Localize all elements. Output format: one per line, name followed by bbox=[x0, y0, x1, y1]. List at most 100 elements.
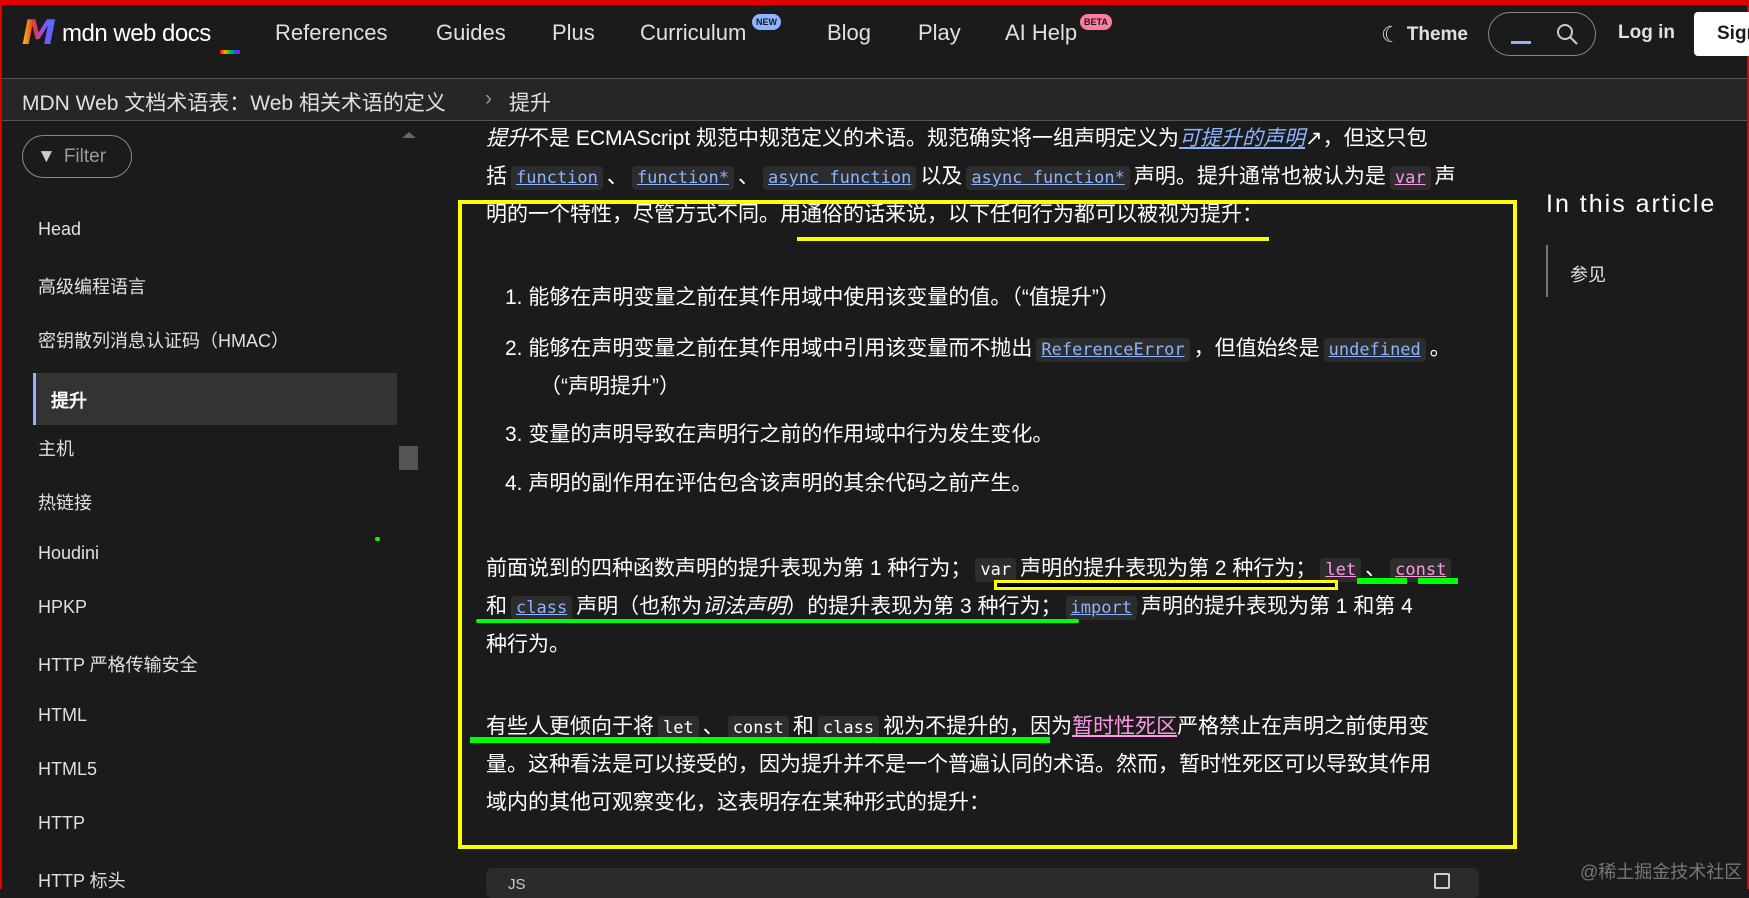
annotation-underline bbox=[476, 619, 1079, 623]
article-line: 括 function、 function*、 async function 以及 asyn… bbox=[486, 158, 1456, 196]
sidebar-item[interactable]: 密钥散列消息认证码（HMAC） bbox=[38, 327, 289, 353]
text: 和 bbox=[486, 595, 507, 618]
text: 、 bbox=[738, 165, 760, 188]
code-link[interactable]: ReferenceError bbox=[1036, 338, 1190, 362]
nav-plus[interactable]: Plus bbox=[552, 20, 595, 46]
moon-icon: ☾ bbox=[1381, 22, 1401, 47]
nav-curriculum[interactable]: Curriculum bbox=[640, 20, 746, 46]
text: 。 bbox=[1429, 337, 1451, 360]
code-link[interactable]: function* bbox=[631, 166, 735, 190]
text: 声 bbox=[1434, 165, 1456, 188]
inline-code: var bbox=[975, 558, 1017, 582]
emphasis-text: 提升 bbox=[486, 127, 528, 150]
logo-text[interactable]: mdn web docs bbox=[62, 20, 211, 48]
article-line: 提升不是 ECMAScript 规范中规范定义的术语。规范确实将一组声明定义为可… bbox=[486, 120, 1428, 158]
text: 前面说到的四种函数声明的提升表现为第 1 种行为； bbox=[486, 557, 972, 580]
annotation-underline bbox=[994, 580, 1338, 590]
article-line: 2. 能够在声明变量之前在其作用域中引用该变量而不抛出 ReferenceErro… bbox=[505, 330, 1451, 368]
new-badge: NEW bbox=[752, 14, 781, 30]
code-link[interactable]: let bbox=[1320, 558, 1362, 582]
sidebar-item[interactable]: HTML bbox=[38, 705, 87, 726]
frame-border bbox=[0, 0, 2, 889]
filter-label: Filter bbox=[63, 146, 107, 167]
nav-ai-help[interactable]: AI Help bbox=[1005, 20, 1077, 46]
code-link[interactable]: function bbox=[511, 166, 603, 190]
sidebar-filter-button[interactable]: ▼ Filter bbox=[22, 135, 132, 178]
sidebar-item[interactable]: Head bbox=[38, 219, 81, 240]
article-line: 1. 能够在声明变量之前在其作用域中使用该变量的值。（“值提升”） bbox=[505, 279, 1120, 317]
text: （“声明提升”） bbox=[540, 375, 680, 398]
annotation-underline bbox=[470, 737, 1050, 743]
link[interactable]: 可提升的声明 bbox=[1179, 127, 1305, 150]
code-link[interactable]: async function bbox=[763, 166, 917, 190]
code-language-label: JS bbox=[508, 876, 526, 893]
text: 明的一个特性，尽管方式不同。用通俗的话来说，以下任何行为都可以被视为提升： bbox=[486, 203, 1263, 226]
nav-references[interactable]: References bbox=[275, 20, 388, 46]
signup-button[interactable]: Sign bbox=[1694, 12, 1749, 56]
text: 不是 ECMAScript 规范中规范定义的术语。规范确实将一组声明定义为 bbox=[528, 127, 1180, 150]
logo-rainbow-bar bbox=[220, 50, 240, 54]
text: 声明的提升表现为第 2 种行为； bbox=[1020, 557, 1317, 580]
text: ↗，但这只包 bbox=[1305, 127, 1428, 150]
text: 以及 bbox=[920, 165, 963, 188]
sidebar-scrollbar[interactable] bbox=[399, 446, 418, 470]
top-navbar bbox=[2, 5, 1747, 78]
nav-blog[interactable]: Blog bbox=[827, 20, 871, 46]
code-block bbox=[486, 868, 1479, 898]
sidebar-item[interactable]: Houdini bbox=[38, 543, 99, 564]
annotation-underline bbox=[797, 237, 1269, 241]
text: 声明的提升表现为第 1 和第 4 bbox=[1140, 595, 1413, 618]
annotation-underline bbox=[1357, 578, 1407, 584]
breadcrumb-current: 提升 bbox=[509, 92, 551, 115]
theme-label: Theme bbox=[1406, 24, 1468, 45]
sidebar-item[interactable]: 高级编程语言 bbox=[38, 273, 146, 299]
chevron-right-icon: › bbox=[485, 87, 492, 110]
text: 、 bbox=[606, 165, 628, 188]
toc-item-see-also[interactable]: 参见 bbox=[1570, 261, 1606, 287]
search-icon bbox=[1557, 24, 1578, 45]
breadcrumb-parent[interactable]: MDN Web 文档术语表：Web 相关术语的定义 bbox=[22, 87, 446, 117]
article-line: 明的一个特性，尽管方式不同。用通俗的话来说，以下任何行为都可以被视为提升： bbox=[486, 196, 1263, 234]
text: 3. 变量的声明导致在声明行之前的作用域中行为发生变化。 bbox=[505, 423, 1054, 446]
text: 2. 能够在声明变量之前在其作用域中引用该变量而不抛出 bbox=[505, 337, 1033, 360]
login-link[interactable]: Log in bbox=[1618, 22, 1675, 44]
sidebar-item[interactable]: 主机 bbox=[38, 435, 74, 461]
text: 括 bbox=[486, 165, 507, 188]
theme-button[interactable]: ☾ Theme bbox=[1381, 22, 1468, 48]
text: 有些人更倾向于将 bbox=[486, 715, 654, 738]
text: 声明。提升通常也被认为是 bbox=[1133, 165, 1386, 188]
code-link[interactable]: class bbox=[511, 596, 573, 620]
toc-indicator bbox=[1546, 245, 1548, 297]
text: 、 bbox=[1365, 557, 1387, 580]
code-link[interactable]: undefined bbox=[1323, 338, 1426, 362]
article-line: （“声明提升”） bbox=[540, 368, 680, 406]
text: ，但值始终是 bbox=[1193, 337, 1320, 360]
sidebar-item[interactable]: HTML5 bbox=[38, 759, 97, 780]
code-link[interactable]: async function* bbox=[966, 166, 1130, 190]
code-link[interactable]: import bbox=[1065, 596, 1137, 620]
mdn-logo-icon[interactable]: M bbox=[22, 16, 56, 50]
text: 和 bbox=[792, 715, 814, 738]
search-button[interactable] bbox=[1488, 12, 1596, 56]
nav-guides[interactable]: Guides bbox=[436, 20, 506, 46]
text: 种行为。 bbox=[486, 633, 570, 656]
sidebar-item[interactable]: HTTP 严格传输安全 bbox=[38, 651, 198, 677]
scroll-up-arrow[interactable] bbox=[402, 132, 416, 138]
text: 域内的其他可观察变化，这表明存在某种形式的提升： bbox=[486, 791, 990, 814]
sidebar-item[interactable]: HTTP bbox=[38, 813, 85, 834]
code-link[interactable]: var bbox=[1389, 166, 1431, 190]
annotation-underline bbox=[1418, 578, 1458, 584]
copy-icon[interactable] bbox=[1434, 873, 1450, 889]
sidebar-item[interactable]: HTTP 标头 bbox=[38, 867, 126, 893]
beta-badge: BETA bbox=[1080, 14, 1112, 30]
link[interactable]: 暂时性死区 bbox=[1072, 715, 1177, 738]
sidebar-item-active[interactable]: 提升 bbox=[33, 373, 397, 425]
sidebar-item[interactable]: 热链接 bbox=[38, 489, 92, 515]
nav-play[interactable]: Play bbox=[918, 20, 961, 46]
filter-icon: ▼ bbox=[37, 146, 56, 167]
text: 量。这种看法是可以接受的，因为提升并不是一个普遍认同的术语。然而，暂时性死区可以… bbox=[486, 753, 1431, 776]
article-line: 域内的其他可观察变化，这表明存在某种形式的提升： bbox=[486, 784, 990, 822]
sidebar-item[interactable]: HPKP bbox=[38, 597, 87, 618]
toc-title: In this article bbox=[1546, 190, 1717, 218]
article-line: 4. 声明的副作用在评估包含该声明的其余代码之前产生。 bbox=[505, 465, 1032, 503]
